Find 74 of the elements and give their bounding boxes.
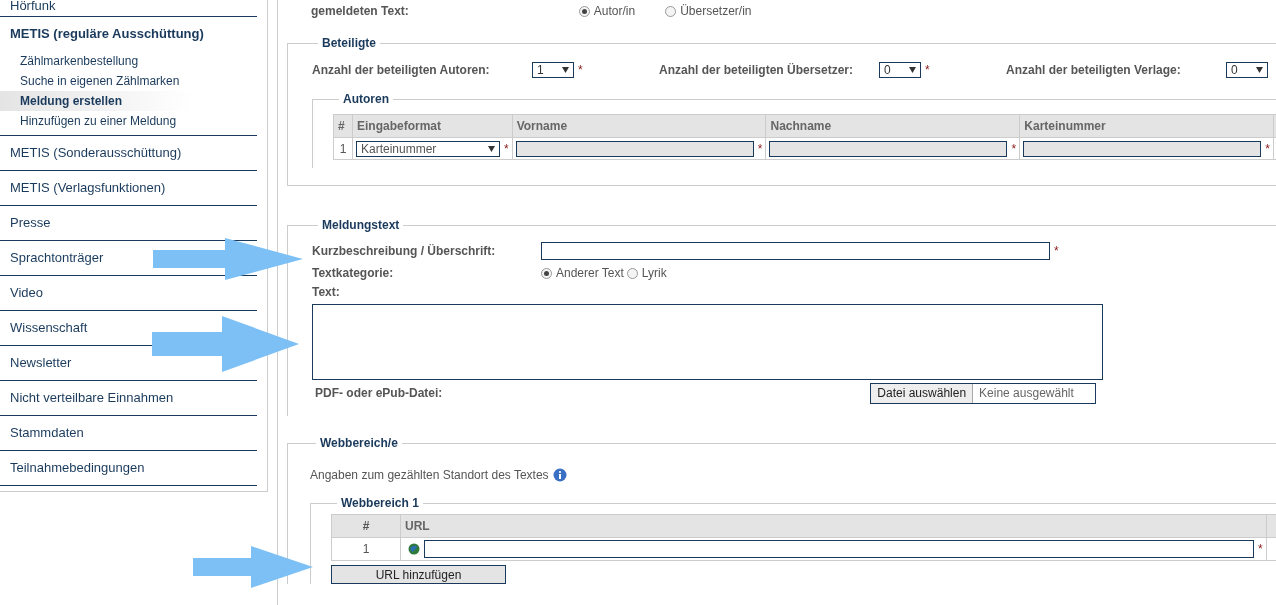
column-header: # xyxy=(333,114,353,138)
column-header: Nachname xyxy=(766,114,1020,138)
sidebar-item[interactable]: Video xyxy=(10,285,43,300)
title-input[interactable] xyxy=(541,242,1050,260)
file-field[interactable]: Datei auswählen Keine ausgewählt xyxy=(870,382,1097,404)
field-label: Anzahl der beteiligten Übersetzer: xyxy=(659,63,855,77)
sidebar-item[interactable]: Wissenschaft xyxy=(10,320,88,335)
sidebar-subitem[interactable]: Hinzufügen zu einer Meldung xyxy=(0,111,257,131)
radio-label: Anderer Text xyxy=(556,266,624,280)
row-number: 1 xyxy=(331,537,401,561)
sidebar-subitem[interactable]: Suche in eigenen Zählmarken xyxy=(0,71,257,91)
sidebar-item[interactable]: METIS (Sonderausschüttung) xyxy=(10,145,182,160)
section-title: Webbereich 1 xyxy=(340,496,420,510)
required-mark: * xyxy=(1011,141,1017,156)
column-header: Karteinummer xyxy=(1019,114,1274,138)
column-header: Vorname xyxy=(512,114,766,138)
caret-icon xyxy=(488,145,495,152)
required-mark: * xyxy=(1265,141,1270,156)
required-mark: * xyxy=(757,141,763,156)
column-header: # xyxy=(331,514,401,538)
info-text: Angaben zum gezählten Standort des Textes xyxy=(310,468,549,482)
section-title: Meldungstext xyxy=(321,218,401,232)
field-label: Kurzbeschreibung / Überschrift: xyxy=(312,244,497,258)
radio-button[interactable] xyxy=(665,5,677,17)
caret-icon xyxy=(909,67,916,73)
count-dropdown[interactable]: 0 xyxy=(1226,62,1268,78)
required-mark: * xyxy=(1054,244,1059,258)
sidebar-item[interactable]: METIS (reguläre Ausschüttung) xyxy=(10,26,204,41)
sidebar-item[interactable]: Newsletter xyxy=(10,355,72,370)
format-dropdown[interactable]: Karteinummer xyxy=(356,140,500,157)
column-header: Eingabeformat xyxy=(352,114,513,138)
add-url-button[interactable]: URL hinzufügen xyxy=(331,565,506,584)
radio-label: Autor/in xyxy=(593,4,636,18)
url-input[interactable] xyxy=(424,540,1254,558)
name-field[interactable] xyxy=(515,140,754,157)
radio-button[interactable] xyxy=(541,267,552,279)
sidebar-item[interactable]: Presse xyxy=(10,215,51,230)
sidebar-item[interactable]: Stammdaten xyxy=(10,425,84,440)
radio-button[interactable] xyxy=(626,267,638,279)
field-label: gemeldeten Text: xyxy=(311,4,409,18)
sidebar-subitem[interactable]: Zählmarkenbestellung xyxy=(0,51,257,71)
caret-icon xyxy=(1256,67,1263,73)
sidebar-item[interactable]: Nicht verteilbare Einnahmen xyxy=(10,390,174,405)
required-mark: * xyxy=(578,63,583,77)
required-mark: * xyxy=(504,141,509,156)
globe-icon xyxy=(408,543,420,555)
choose-file-button[interactable]: Datei auswählen xyxy=(871,383,974,403)
radio-label: Lyrik xyxy=(641,266,667,280)
radio-button[interactable] xyxy=(578,5,590,17)
row-number: 1 xyxy=(333,137,353,160)
sidebar-item[interactable]: METIS (Verlagsfunktionen) xyxy=(10,180,166,195)
required-mark: * xyxy=(925,63,930,77)
field-label: Anzahl der beteiligten Verlage: xyxy=(1006,63,1182,77)
sidebar-item[interactable]: Teilnahmebedingungen xyxy=(10,460,145,475)
field-label: Anzahl der beteiligten Autoren: xyxy=(312,63,491,77)
count-dropdown[interactable]: 0 xyxy=(879,62,921,78)
count-dropdown[interactable]: 1 xyxy=(532,62,574,78)
field-label: PDF- oder ePub-Datei: xyxy=(314,386,443,400)
field-label: Text: xyxy=(312,285,341,299)
sidebar-item[interactable]: Sprachtonträger xyxy=(10,250,104,265)
caret-icon xyxy=(562,67,569,73)
sidebar-item[interactable]: Hörfunk xyxy=(10,0,56,13)
file-status: Keine ausgewählt xyxy=(978,384,1075,402)
section-title: Autoren xyxy=(342,92,390,106)
column-header: URL xyxy=(400,514,1267,538)
name-field[interactable] xyxy=(769,140,1008,157)
required-mark: * xyxy=(1258,542,1263,556)
section-title: Webbereich/e xyxy=(319,436,399,450)
section-title: Beteiligte xyxy=(321,36,377,50)
text-area[interactable] xyxy=(312,304,1103,380)
name-field[interactable] xyxy=(1023,140,1262,157)
info-icon[interactable] xyxy=(552,468,567,482)
radio-label: Übersetzer/in xyxy=(680,4,752,18)
field-label: Textkategorie: xyxy=(312,266,395,280)
